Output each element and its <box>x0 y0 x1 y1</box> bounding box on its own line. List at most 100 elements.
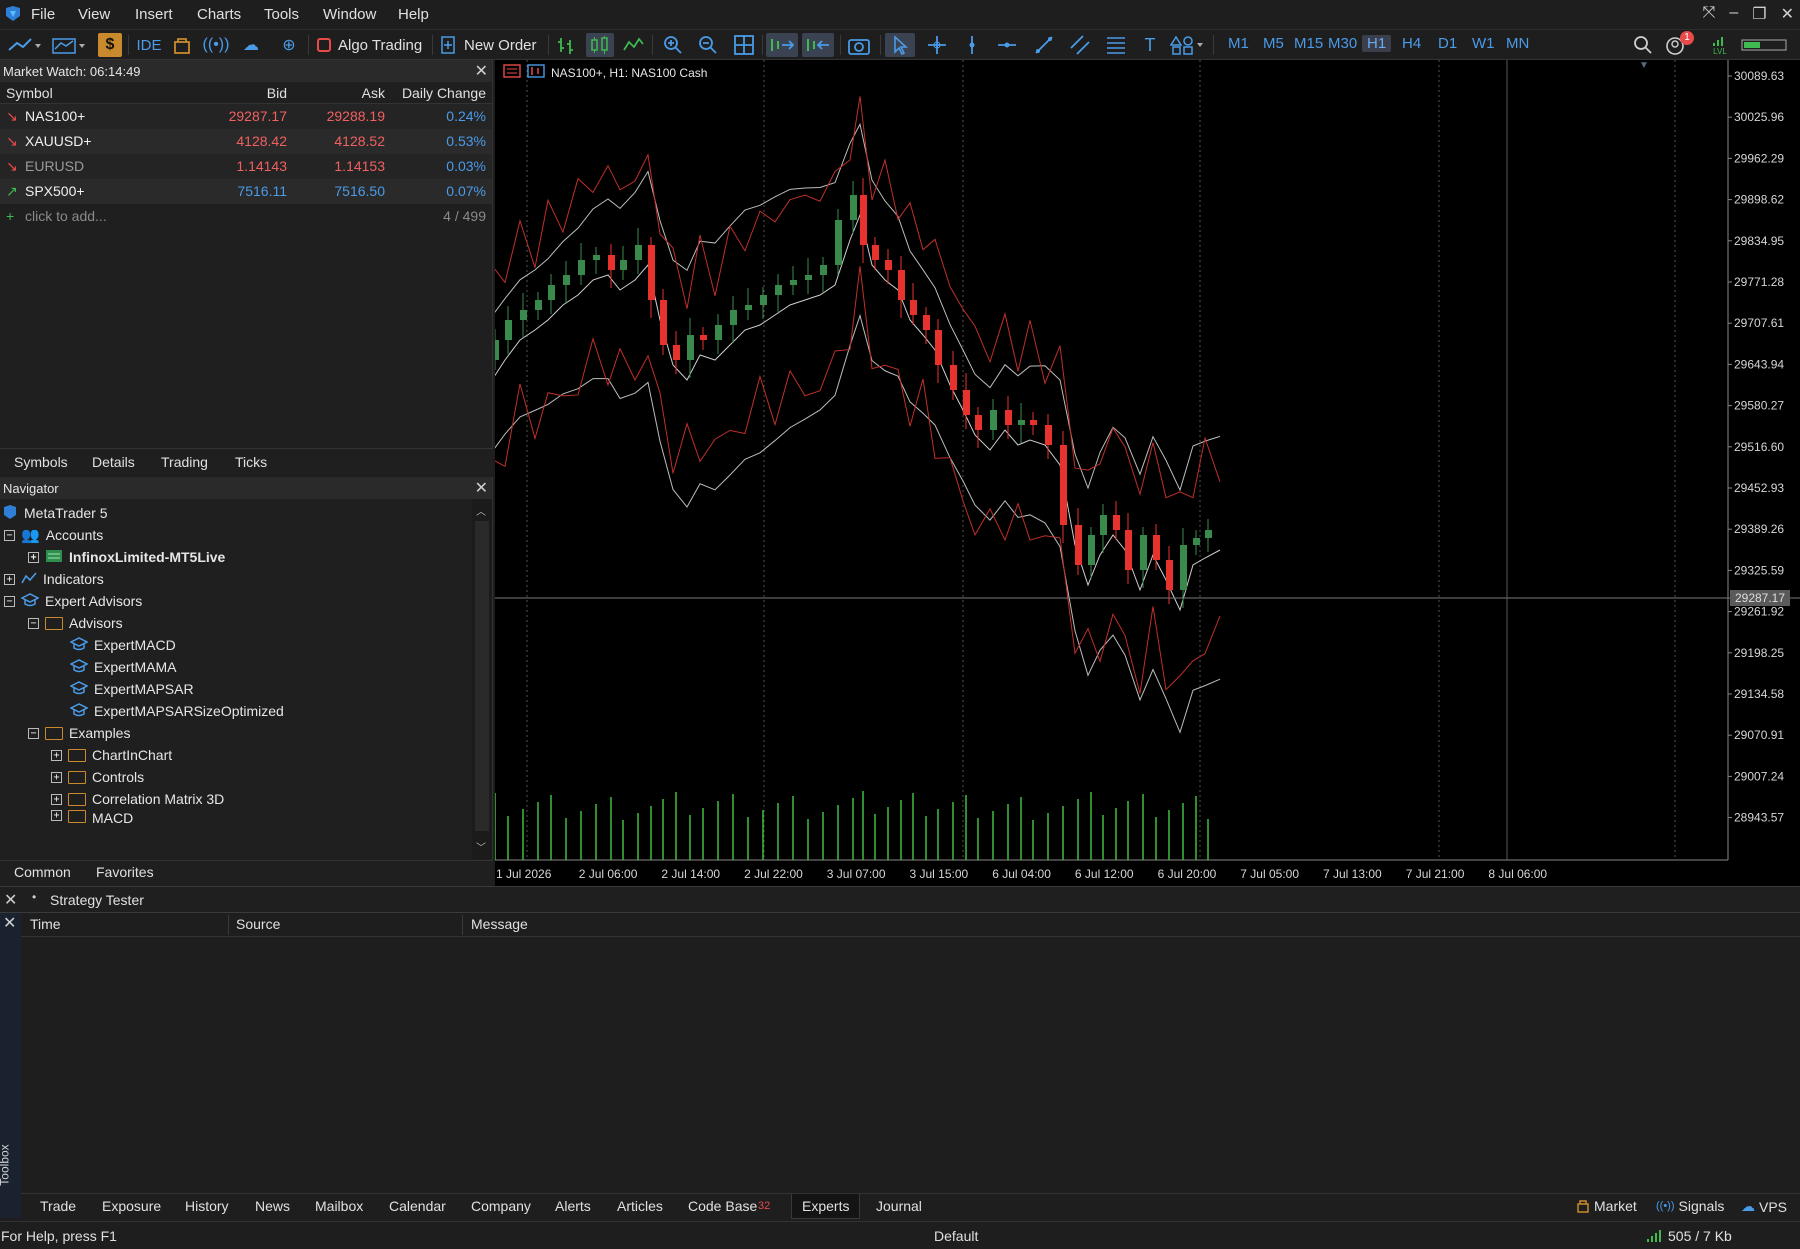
scroll-thumb[interactable] <box>475 521 489 831</box>
tab-symbols[interactable]: Symbols <box>14 454 68 470</box>
search-icon[interactable] <box>1630 33 1656 57</box>
timeframe-mn[interactable]: MN <box>1506 35 1529 52</box>
collapse-icon[interactable]: − <box>4 529 15 541</box>
nav-advisor-item[interactable]: ExpertMAMA <box>69 656 176 678</box>
nav-example-item[interactable]: + Correlation Matrix 3D <box>51 788 224 810</box>
nav-example-item[interactable]: + ChartInChart <box>51 744 172 766</box>
vertical-line-icon[interactable] <box>960 33 984 57</box>
navigator-close-icon[interactable]: ✕ <box>475 478 488 498</box>
tab-details[interactable]: Details <box>92 454 135 470</box>
market-link[interactable]: Market <box>1576 1198 1637 1214</box>
nav-root[interactable]: MetaTrader 5 <box>2 502 108 524</box>
col-symbol[interactable]: Symbol <box>6 85 53 101</box>
timeframe-w1[interactable]: W1 <box>1472 35 1495 52</box>
timeframe-h1[interactable]: H1 <box>1362 35 1392 52</box>
chart-shift-icon[interactable] <box>802 33 834 57</box>
tab-favorites[interactable]: Favorites <box>96 864 154 880</box>
timeframe-d1[interactable]: D1 <box>1438 35 1457 52</box>
col-bid[interactable]: Bid <box>195 85 287 101</box>
channel-icon[interactable] <box>1066 33 1094 57</box>
shapes-dropdown-icon[interactable] <box>1168 33 1208 57</box>
price-chart[interactable]: 30089.63 30025.96 29962.29 29898.62 29834.95… <box>495 60 1800 886</box>
timeframe-m5[interactable]: M5 <box>1263 35 1284 52</box>
scroll-down-icon[interactable]: ﹀ <box>476 839 486 854</box>
nav-indicators[interactable]: + Indicators <box>4 568 104 590</box>
menu-charts[interactable]: Charts <box>197 6 241 23</box>
ide-button[interactable]: IDE <box>134 33 164 57</box>
col-ask[interactable]: Ask <box>295 85 385 101</box>
menu-help[interactable]: Help <box>398 6 429 23</box>
close-icon[interactable]: ✕ <box>1781 4 1794 24</box>
market-row[interactable]: ↘ EURUSD 1.14143 1.14153 0.03% <box>0 154 492 179</box>
tab-trade[interactable]: Trade <box>40 1198 76 1214</box>
menu-tools[interactable]: Tools <box>264 6 299 23</box>
toolbox-close-icon[interactable]: ✕ <box>3 913 16 933</box>
pin-icon[interactable]: ⤧ <box>1703 4 1716 24</box>
chart-list-icon[interactable] <box>503 64 521 81</box>
scroll-up-icon[interactable]: ︿ <box>476 503 486 518</box>
nav-expert-advisors[interactable]: − Expert Advisors <box>4 590 142 612</box>
nav-advisors-folder[interactable]: − Advisors <box>28 612 123 634</box>
bar-chart-icon[interactable] <box>554 33 580 57</box>
minimize-icon[interactable]: – <box>1729 4 1738 24</box>
menu-file[interactable]: File <box>31 6 55 23</box>
expand-icon[interactable]: + <box>51 771 62 783</box>
fibonacci-icon[interactable] <box>1102 33 1130 57</box>
timeframe-h4[interactable]: H4 <box>1402 35 1421 52</box>
tab-articles[interactable]: Articles <box>617 1198 663 1214</box>
tab-history[interactable]: History <box>185 1198 229 1214</box>
nav-advisor-item[interactable]: ExpertMAPSAR <box>69 678 194 700</box>
tab-calendar[interactable]: Calendar <box>389 1198 446 1214</box>
market-bag-icon[interactable] <box>170 33 194 57</box>
add-symbol-row[interactable]: + click to add... 4 / 499 <box>0 204 492 229</box>
new-order-icon[interactable] <box>438 33 458 57</box>
expand-icon[interactable]: + <box>28 551 39 563</box>
vps-link[interactable]: ☁ VPS <box>1741 1198 1787 1215</box>
col-daily-change[interactable]: Daily Change <box>392 85 486 101</box>
trendline-icon[interactable] <box>1030 33 1058 57</box>
tab-code-base[interactable]: Code Base <box>688 1198 757 1214</box>
col-message[interactable]: Message <box>471 916 528 932</box>
navigator-scrollbar[interactable]: ︿ ﹀ <box>472 499 492 859</box>
chart-shift-marker-icon[interactable]: ▼ <box>1639 60 1649 71</box>
nav-example-item[interactable]: + Controls <box>51 766 144 788</box>
tab-alerts[interactable]: Alerts <box>555 1198 591 1214</box>
timeframe-m30[interactable]: M30 <box>1328 35 1357 52</box>
horizontal-line-icon[interactable] <box>994 33 1020 57</box>
market-watch-close-icon[interactable]: ✕ <box>475 61 488 81</box>
nav-advisor-item[interactable]: ExpertMAPSARSizeOptimized <box>69 700 284 722</box>
nav-examples-folder[interactable]: − Examples <box>28 722 130 744</box>
tab-news[interactable]: News <box>255 1198 290 1214</box>
nav-advisor-item[interactable]: ExpertMACD <box>69 634 176 656</box>
user-notifications-icon[interactable]: 1 <box>1664 31 1698 57</box>
collapse-icon[interactable]: − <box>28 727 39 739</box>
timeframe-m15[interactable]: M15 <box>1294 35 1323 52</box>
signals-link[interactable]: ((•)) Signals <box>1656 1198 1724 1214</box>
screenshot-icon[interactable] <box>845 33 873 57</box>
menu-view[interactable]: View <box>78 6 110 23</box>
market-row[interactable]: ↘ NAS100+ 29287.17 29288.19 0.24% <box>0 104 492 129</box>
expand-icon[interactable]: + <box>51 810 62 821</box>
algo-trading-stop-icon[interactable] <box>314 33 334 57</box>
tile-windows-icon[interactable] <box>731 33 757 57</box>
tab-experts[interactable]: Experts <box>791 1194 861 1219</box>
nav-accounts[interactable]: − 👥 Accounts <box>4 524 103 546</box>
market-row[interactable]: ↗ SPX500+ 7516.11 7516.50 0.07% <box>0 179 492 204</box>
line-chart-dropdown-icon[interactable] <box>6 33 44 57</box>
tester-close-icon[interactable]: ✕ <box>4 890 17 910</box>
nav-account[interactable]: + InfinoxLimited-MT5Live <box>28 546 225 568</box>
autoscroll-icon[interactable] <box>766 33 798 57</box>
market-row[interactable]: ↘ XAUUSD+ 4128.42 4128.52 0.53% <box>0 129 492 154</box>
strategy-tester-label[interactable]: Strategy Tester <box>50 892 144 908</box>
candlestick-icon[interactable] <box>586 33 614 57</box>
line-icon[interactable] <box>620 33 646 57</box>
tab-mailbox[interactable]: Mailbox <box>315 1198 363 1214</box>
cursor-icon[interactable] <box>885 33 915 57</box>
tab-ticks[interactable]: Ticks <box>235 454 267 470</box>
expand-icon[interactable]: + <box>51 749 62 761</box>
globe-plus-icon[interactable]: ⊕ <box>276 33 302 57</box>
new-order-button[interactable]: New Order <box>464 33 544 57</box>
collapse-icon[interactable]: − <box>4 595 15 607</box>
chart-canvas[interactable]: 30089.63 30025.96 29962.29 29898.62 29834.95… <box>495 60 1800 886</box>
menu-window[interactable]: Window <box>323 6 376 23</box>
